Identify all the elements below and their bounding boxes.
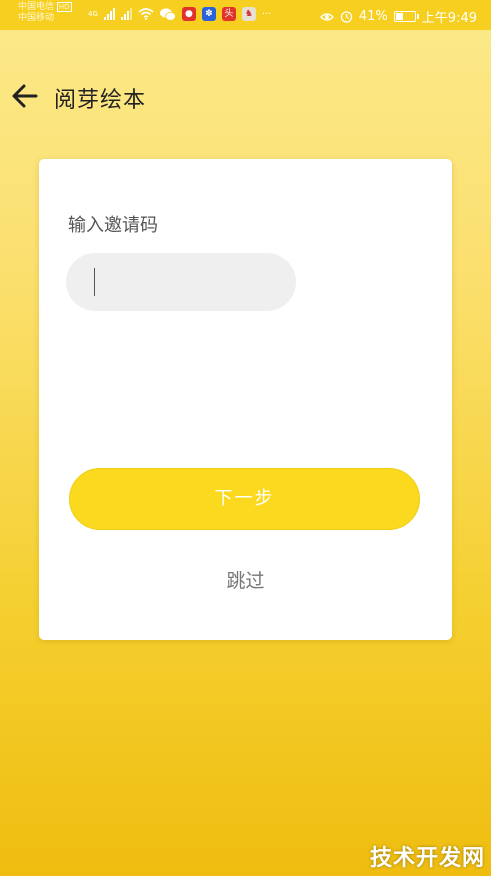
invite-code-card: 输入邀请码 下一步 跳过	[39, 159, 452, 640]
toutiao-icon: 头	[221, 7, 236, 21]
game-icon: ♞	[241, 7, 256, 21]
watermark-text: 技术开发网	[369, 846, 485, 871]
invite-code-input[interactable]	[66, 253, 296, 311]
carrier-info: 中国电信 HD 中国移动	[18, 2, 72, 24]
clock-time: 上午9:49	[421, 11, 477, 26]
more-notifications-icon: ···	[261, 8, 272, 20]
wifi-icon	[138, 8, 154, 20]
eye-icon	[319, 12, 334, 21]
status-bar: 中国电信 HD 中国移动 4G ● ✽ 头 ♞ ··· 41% 上午9:49	[0, 0, 491, 30]
carrier-2-name: 中国移动	[18, 13, 55, 23]
header-bar: 阅芽绘本	[0, 70, 491, 122]
next-step-button[interactable]: 下一步	[69, 468, 420, 530]
baidu-icon: ✽	[201, 7, 216, 21]
wechat-icon	[159, 7, 176, 21]
page-title: 阅芽绘本	[54, 88, 147, 113]
alarm-icon	[340, 11, 353, 23]
hd-badge: HD	[56, 2, 72, 12]
battery-icon	[393, 11, 419, 22]
signal-2-icon	[120, 8, 132, 20]
skip-button[interactable]: 跳过	[39, 566, 452, 593]
signal-1-icon	[103, 8, 115, 20]
back-button[interactable]	[10, 82, 40, 110]
text-cursor	[94, 268, 95, 296]
weibo-icon: ●	[181, 7, 196, 21]
back-arrow-icon	[12, 84, 38, 108]
battery-percent: 41%	[358, 9, 388, 24]
carrier-1-name: 中国电信	[18, 2, 55, 12]
status-right: 41% 上午9:49	[319, 7, 477, 26]
invite-code-label: 输入邀请码	[68, 215, 158, 236]
signal-icons: 4G ● ✽ 头 ♞ ···	[88, 7, 271, 21]
network-type-label: 4G	[88, 10, 98, 18]
